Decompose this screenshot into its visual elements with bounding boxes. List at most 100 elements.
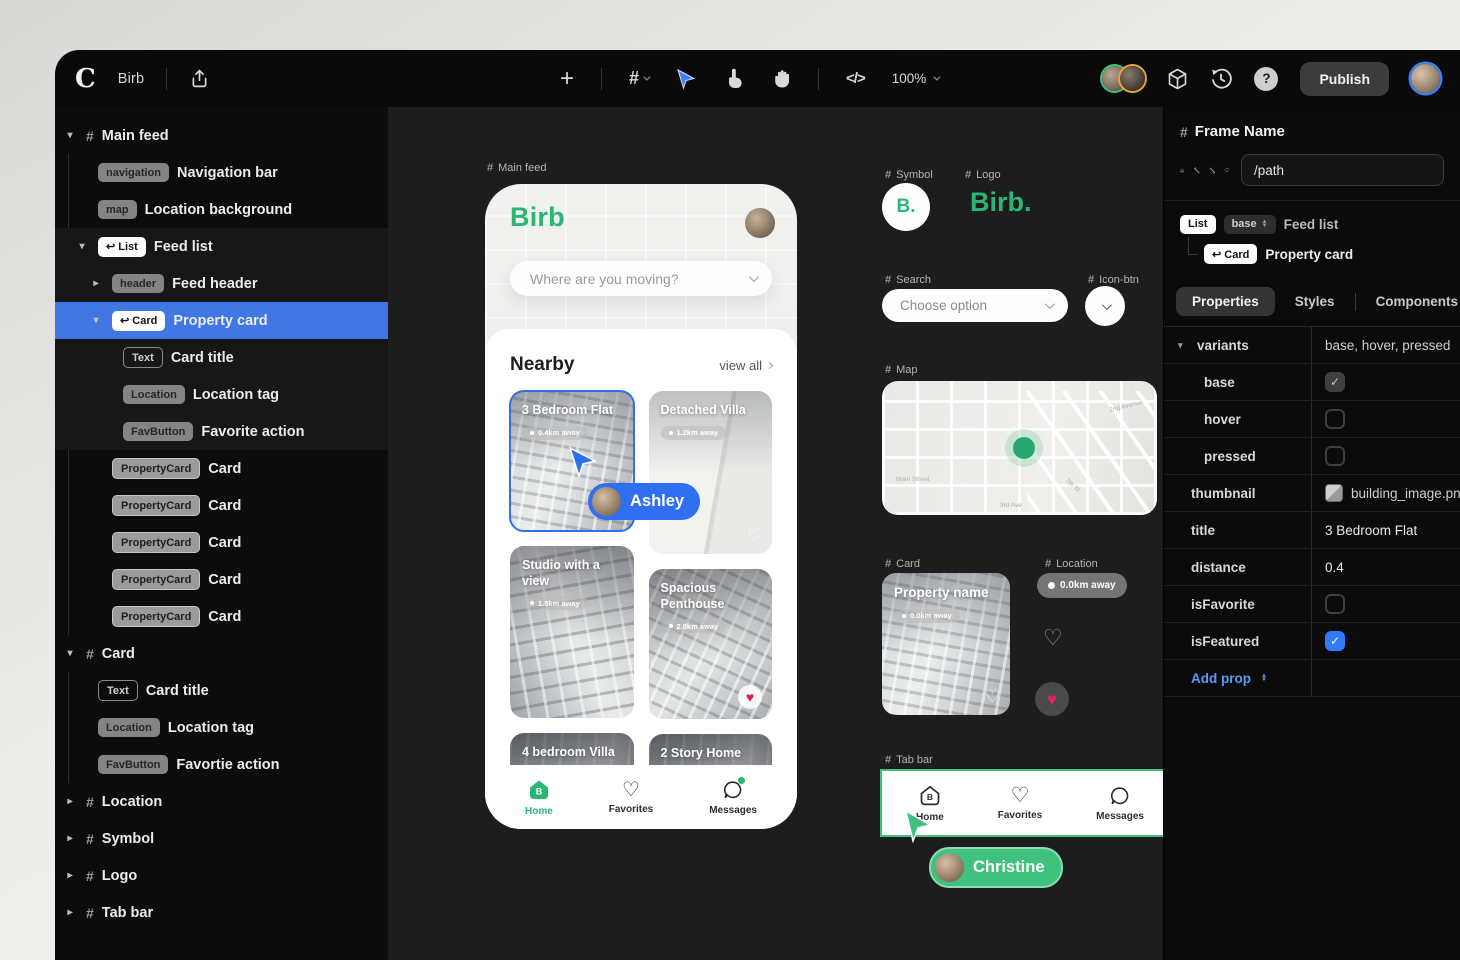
- favorite-heart-icon[interactable]: ♡: [747, 526, 762, 546]
- tree-caret-icon[interactable]: ▾: [74, 241, 90, 252]
- code-tool[interactable]: </>: [846, 70, 865, 87]
- frame-label-search[interactable]: # Search: [885, 274, 931, 286]
- back-icon[interactable]: [1194, 167, 1201, 174]
- symbol-component[interactable]: B.: [882, 183, 930, 231]
- layer-row[interactable]: ▸ # Symbol: [55, 820, 388, 857]
- tab-home[interactable]: B Home: [525, 778, 553, 817]
- user-avatar[interactable]: [1411, 64, 1440, 93]
- app-logo[interactable]: C: [75, 64, 96, 94]
- layer-row[interactable]: ▾ ↩ Card Property card: [55, 302, 388, 339]
- history-icon[interactable]: [1210, 68, 1232, 90]
- breadcrumb-feed-list[interactable]: List base ▲▼ Feed list: [1180, 209, 1444, 239]
- location-tag-component[interactable]: 0.0km away: [1037, 573, 1127, 598]
- tab-styles[interactable]: Styles: [1279, 287, 1351, 316]
- property-card[interactable]: Studio with a view 1.5km away: [510, 546, 634, 718]
- tab-messages[interactable]: Messages: [709, 779, 757, 816]
- hand-tool[interactable]: [771, 68, 791, 89]
- tree-caret-icon[interactable]: ▾: [88, 315, 104, 326]
- main-feed-frame[interactable]: Birb Where are you moving? Nearby view a…: [485, 184, 797, 829]
- tree-caret-icon[interactable]: ▸: [88, 278, 104, 289]
- layer-row[interactable]: PropertyCard Card: [55, 450, 388, 487]
- tab-properties[interactable]: Properties: [1176, 287, 1275, 316]
- checkbox[interactable]: [1325, 446, 1345, 466]
- layer-row[interactable]: ▸ # Location: [55, 783, 388, 820]
- frame-label-map[interactable]: # Map: [885, 364, 918, 376]
- layer-row[interactable]: FavButton Favorite action: [55, 413, 388, 450]
- checkbox[interactable]: [1325, 631, 1345, 651]
- layer-row[interactable]: PropertyCard Card: [55, 561, 388, 598]
- view-all-link[interactable]: view all: [719, 358, 772, 373]
- layer-row[interactable]: ▸ header Feed header: [55, 265, 388, 302]
- thumbnail-value[interactable]: building_image.png: [1311, 475, 1460, 511]
- layer-row[interactable]: map Location background: [55, 191, 388, 228]
- layer-row[interactable]: ▾ # Card: [55, 635, 388, 672]
- frame-label-main-feed[interactable]: # Main feed: [487, 162, 546, 174]
- share-icon[interactable]: [189, 68, 210, 89]
- layer-row[interactable]: Text Card title: [55, 672, 388, 709]
- frame-tool[interactable]: #: [629, 68, 648, 89]
- layer-row[interactable]: PropertyCard Card: [55, 598, 388, 635]
- pointer-tool[interactable]: [724, 68, 744, 89]
- design-canvas[interactable]: # Main feed Birb Where are you moving? N…: [388, 107, 1163, 960]
- frame-label-icon-btn[interactable]: # Icon-btn: [1088, 274, 1139, 286]
- frame-label-logo[interactable]: # Logo: [965, 169, 1001, 181]
- tree-caret-icon[interactable]: ▸: [62, 796, 78, 807]
- layer-row[interactable]: navigation Navigation bar: [55, 154, 388, 191]
- tree-caret-icon[interactable]: ▸: [62, 907, 78, 918]
- checkbox[interactable]: [1325, 594, 1345, 614]
- checkbox[interactable]: [1325, 372, 1345, 392]
- home-icon[interactable]: [1180, 161, 1184, 180]
- layer-row[interactable]: FavButton Favortie action: [55, 746, 388, 783]
- collapse-caret-icon[interactable]: ▾: [1178, 340, 1191, 351]
- layer-row[interactable]: ▸ # Tab bar: [55, 894, 388, 931]
- card-component[interactable]: Property name 0.0km away ♡: [882, 573, 1010, 715]
- tree-caret-icon[interactable]: ▾: [62, 648, 78, 659]
- insert-tool[interactable]: +: [560, 67, 574, 91]
- frame-label-tab-bar[interactable]: # Tab bar: [885, 754, 933, 766]
- profile-avatar[interactable]: [745, 208, 775, 238]
- prop-value[interactable]: 0.4: [1311, 549, 1460, 585]
- variant-badge[interactable]: base ▲▼: [1224, 215, 1276, 234]
- tree-caret-icon[interactable]: ▸: [62, 870, 78, 881]
- frame-label-card[interactable]: # Card: [885, 558, 920, 570]
- layer-row[interactable]: ▸ # Logo: [55, 857, 388, 894]
- help-icon[interactable]: ?: [1254, 67, 1278, 91]
- prop-value[interactable]: base, hover, pressed: [1311, 327, 1460, 363]
- favorite-heart-button[interactable]: ♥: [738, 685, 762, 709]
- checkbox[interactable]: [1325, 409, 1345, 429]
- favorite-heart-icon[interactable]: ♡: [985, 687, 1000, 707]
- tab-favorites[interactable]: ♡ Favorites: [609, 780, 653, 815]
- path-input[interactable]: [1241, 154, 1444, 186]
- tree-caret-icon[interactable]: ▾: [62, 130, 78, 141]
- map-component[interactable]: Main Street 3rd Ave 2nd Avenue 7th St: [882, 381, 1157, 515]
- tab-messages[interactable]: Messages: [1096, 785, 1144, 822]
- tree-caret-icon[interactable]: ▸: [62, 833, 78, 844]
- favorite-outline-component[interactable]: ♡: [1043, 625, 1063, 651]
- property-card[interactable]: Spacious Penthouse 2.0km away ♥: [649, 569, 773, 719]
- forward-icon[interactable]: [1208, 167, 1215, 174]
- favorite-filled-component[interactable]: ♥: [1035, 682, 1069, 716]
- search-select-component[interactable]: Choose option: [882, 289, 1068, 322]
- layer-row[interactable]: Location Location tag: [55, 709, 388, 746]
- tab-components[interactable]: Components: [1360, 287, 1460, 316]
- search-input[interactable]: Where are you moving?: [510, 261, 772, 296]
- select-tool[interactable]: [675, 68, 697, 90]
- project-name[interactable]: Birb: [118, 71, 145, 87]
- zoom-control[interactable]: 100%: [892, 71, 939, 86]
- refresh-icon[interactable]: [1225, 161, 1229, 179]
- layer-row[interactable]: ▾ ↩ List Feed list: [55, 228, 388, 265]
- add-prop-button[interactable]: Add prop ▲▼: [1164, 660, 1311, 696]
- layer-row[interactable]: ▾ # Main feed: [55, 117, 388, 154]
- prop-value[interactable]: 3 Bedroom Flat: [1311, 512, 1460, 548]
- layer-row[interactable]: PropertyCard Card: [55, 487, 388, 524]
- assets-icon[interactable]: [1167, 68, 1188, 90]
- collaborator-avatars[interactable]: [1102, 66, 1145, 91]
- layer-row[interactable]: PropertyCard Card: [55, 524, 388, 561]
- logo-component[interactable]: Birb.: [970, 187, 1032, 218]
- breadcrumb-property-card[interactable]: ↩ Card Property card: [1180, 239, 1444, 269]
- publish-button[interactable]: Publish: [1300, 62, 1389, 96]
- frame-label-location[interactable]: # Location: [1045, 558, 1098, 570]
- frame-label-symbol[interactable]: # Symbol: [885, 169, 933, 181]
- layer-row[interactable]: Text Card title: [55, 339, 388, 376]
- icon-button-component[interactable]: [1085, 286, 1125, 326]
